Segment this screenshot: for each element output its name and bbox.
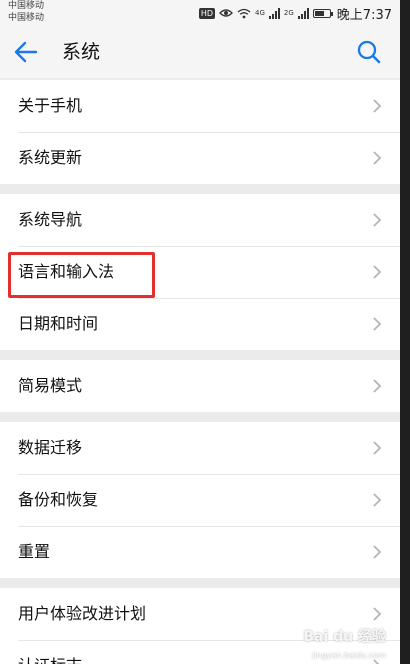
- settings-item-date-time[interactable]: 日期和时间: [0, 298, 400, 350]
- eye-icon: [219, 9, 233, 17]
- settings-item-label: 认证标志: [18, 640, 82, 664]
- carrier-label-2: 中国移动: [8, 13, 45, 23]
- settings-item-simple-mode[interactable]: 简易模式: [0, 360, 400, 412]
- settings-item-reset[interactable]: 重置: [0, 526, 400, 578]
- chevron-right-icon: [373, 317, 382, 331]
- group-gap: [0, 412, 400, 422]
- page-title: 系统: [62, 41, 101, 63]
- watermark-url: jingyan.baidu.com: [312, 651, 386, 660]
- hd-badge: HD: [198, 7, 216, 19]
- back-button[interactable]: [12, 38, 40, 66]
- chevron-right-icon: [373, 379, 382, 393]
- screen-edge: [400, 0, 410, 664]
- settings-screen: 中国移动 中国移动 HD 4G 2G 晚上7:37 系统 关于手机 系统更新 系…: [0, 0, 400, 664]
- chevron-right-icon: [373, 213, 382, 227]
- settings-item-data-migration[interactable]: 数据迁移: [0, 422, 400, 474]
- app-header: 系统: [0, 26, 400, 78]
- wifi-icon: [237, 8, 251, 18]
- settings-item-label: 日期和时间: [18, 314, 99, 333]
- settings-list: 关于手机 系统更新 系统导航 语言和输入法 日期和时间 简易模式 数据迁移 备份…: [0, 78, 400, 664]
- chevron-right-icon: [373, 151, 382, 165]
- chevron-right-icon: [373, 607, 382, 621]
- settings-item-label: 用户体验改进计划: [18, 604, 147, 623]
- settings-item-label: 关于手机: [18, 96, 83, 115]
- chevron-right-icon: [373, 545, 382, 559]
- settings-group: 系统导航 语言和输入法 日期和时间: [0, 194, 400, 350]
- settings-item-system-update[interactable]: 系统更新: [0, 132, 400, 184]
- chevron-right-icon: [373, 265, 382, 279]
- status-icons: HD 4G 2G 晚上7:37: [198, 4, 392, 23]
- arrow-left-icon: [14, 41, 38, 63]
- chevron-right-icon: [373, 441, 382, 455]
- signal-icon-1: [268, 7, 280, 19]
- settings-item-label: 数据迁移: [18, 438, 83, 457]
- settings-group: 数据迁移 备份和恢复 重置: [0, 422, 400, 578]
- group-gap: [0, 578, 400, 588]
- battery-icon: [312, 8, 333, 18]
- network-type-1: 4G: [255, 9, 265, 17]
- search-icon: [357, 40, 381, 64]
- chevron-right-icon: [373, 493, 382, 507]
- settings-group: 简易模式: [0, 360, 400, 412]
- carrier-label-1: 中国移动: [8, 1, 45, 11]
- settings-item-language-input[interactable]: 语言和输入法: [0, 246, 400, 298]
- settings-item-label: 重置: [18, 542, 51, 561]
- settings-item-label: 备份和恢复: [18, 490, 99, 509]
- chevron-right-icon: [373, 99, 382, 113]
- watermark: Bai du 经验: [303, 629, 386, 645]
- status-time: 晚上7:37: [336, 7, 392, 23]
- network-type-2: 2G: [283, 9, 294, 17]
- settings-item-label: 系统更新: [18, 148, 83, 167]
- settings-item-backup-restore[interactable]: 备份和恢复: [0, 474, 400, 526]
- group-gap: [0, 350, 400, 360]
- settings-item-label: 简易模式: [18, 376, 83, 395]
- settings-item-label: 语言和输入法: [18, 262, 115, 281]
- search-button[interactable]: [356, 39, 382, 65]
- settings-group: 关于手机 系统更新: [0, 80, 400, 184]
- settings-item-about-phone[interactable]: 关于手机: [0, 80, 400, 132]
- group-gap: [0, 184, 400, 194]
- settings-item-label: 系统导航: [18, 210, 83, 229]
- status-bar: 中国移动 中国移动 HD 4G 2G 晚上7:37: [0, 0, 400, 26]
- signal-icon-2: [297, 7, 309, 19]
- settings-item-system-navigation[interactable]: 系统导航: [0, 194, 400, 246]
